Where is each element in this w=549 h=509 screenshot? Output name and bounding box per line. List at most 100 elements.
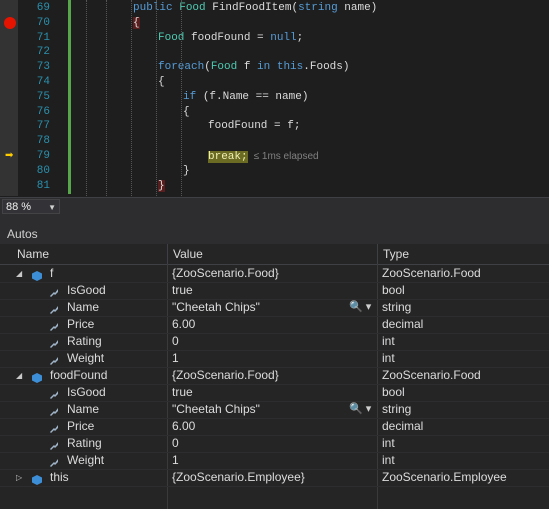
variable-type: ZooScenario.Food (382, 368, 481, 382)
column-header-value[interactable]: Value (173, 244, 203, 264)
property-icon (49, 422, 58, 433)
code-text: } (183, 164, 190, 179)
variable-name: f (50, 266, 54, 280)
indent-guide (131, 0, 132, 196)
autos-row[interactable]: Weight 1 int (0, 350, 549, 368)
variable-type: ZooScenario.Food (382, 266, 481, 280)
code-line: 79 break; ≤ 1ms elapsed (0, 149, 549, 164)
code-text: foodFound = f; (208, 119, 300, 134)
variable-name: IsGood (67, 283, 106, 297)
autos-row[interactable]: Name "Cheetah Chips" 🔍 ▾ string (0, 299, 549, 317)
autos-row[interactable]: Rating 0 int (0, 435, 549, 453)
code-line: 75 if (f.Name == name) (0, 90, 549, 105)
autos-row[interactable]: IsGood true bool (0, 384, 549, 402)
variable-value[interactable]: 1 (172, 350, 179, 367)
variable-value[interactable]: {ZooScenario.Food} (172, 265, 279, 282)
autos-row[interactable]: IsGood true bool (0, 282, 549, 300)
code-token: Food (210, 61, 244, 74)
code-editor[interactable]: 69 public Food FindFoodItem(string name) 7… (0, 0, 549, 196)
code-text: foreach(Food f in this.Foods) (158, 60, 349, 75)
variable-type: int (382, 351, 395, 365)
variable-type: int (382, 436, 395, 450)
variable-value[interactable]: 1 (172, 452, 179, 469)
property-icon (49, 388, 58, 399)
code-line: 76 { (0, 105, 549, 120)
line-number: 70 (36, 16, 50, 29)
code-token: { (158, 76, 165, 88)
column-header-name[interactable]: Name (17, 244, 49, 264)
collapse-arrow-icon[interactable]: ◢ (16, 265, 22, 282)
instruction-pointer-icon[interactable]: ➡ (5, 150, 13, 161)
column-header-type[interactable]: Type (383, 244, 409, 264)
line-number: 76 (36, 105, 50, 118)
autos-window: Autos Name Value Type ◢ f {ZooScenario.Foo… (0, 224, 549, 509)
variable-value[interactable]: 0 (172, 435, 179, 452)
variable-value[interactable]: 6.00 (172, 418, 195, 435)
code-text: break; ≤ 1ms elapsed (208, 149, 319, 165)
current-statement: break; (208, 151, 248, 163)
code-token: in (257, 61, 277, 74)
variable-value[interactable]: true (172, 282, 193, 299)
autos-row[interactable]: Price 6.00 decimal (0, 418, 549, 436)
variable-value[interactable]: 0 (172, 333, 179, 350)
variable-value[interactable]: {ZooScenario.Employee} (172, 469, 305, 486)
autos-row[interactable]: Price 6.00 decimal (0, 316, 549, 334)
panel-splitter[interactable] (0, 217, 549, 224)
indent-guide (86, 0, 87, 196)
chevron-down-icon: ▼ (48, 203, 56, 212)
text-visualizer-icon[interactable]: 🔍 ▾ (349, 299, 371, 316)
code-token: this (276, 61, 304, 74)
indent-guide (181, 0, 182, 196)
variable-name: this (50, 470, 69, 484)
line-number: 71 (36, 31, 50, 44)
property-icon (49, 337, 58, 348)
column-divider[interactable] (167, 244, 168, 264)
code-line: 73 foreach(Food f in this.Foods) (0, 60, 549, 75)
variable-name: IsGood (67, 385, 106, 399)
line-number: 79 (36, 150, 50, 162)
code-line: 71 Food foodFound = null; (0, 31, 549, 46)
variable-type: int (382, 334, 395, 348)
code-line: 74 { (0, 75, 549, 90)
zoom-dropdown[interactable]: 88 % ▼ (2, 199, 60, 214)
perf-tip[interactable]: ≤ 1ms elapsed (254, 151, 319, 162)
expand-arrow-icon[interactable]: ▷ (16, 469, 22, 486)
variable-name: Weight (67, 453, 105, 467)
property-icon (49, 456, 58, 467)
variable-value[interactable]: "Cheetah Chips" (172, 299, 260, 316)
variable-name: foodFound (50, 368, 108, 382)
variable-value[interactable]: "Cheetah Chips" (172, 401, 260, 418)
code-token: { (183, 105, 190, 118)
variable-name: Name (67, 300, 100, 314)
property-icon (49, 354, 58, 365)
variable-value[interactable]: true (172, 384, 193, 401)
autos-row[interactable]: Name "Cheetah Chips" 🔍 ▾ string (0, 401, 549, 419)
variable-name: Price (67, 317, 95, 331)
variable-type: string (382, 402, 412, 416)
code-token: foodFound = (191, 31, 271, 44)
indent-guide (106, 0, 107, 196)
line-number: 69 (36, 2, 50, 14)
property-icon (49, 405, 58, 416)
code-line: 81} (0, 179, 549, 194)
code-text: Food foodFound = null; (158, 31, 303, 46)
code-token: (f.Name == name) (202, 90, 309, 103)
autos-row[interactable]: Rating 0 int (0, 333, 549, 351)
code-token: ; (296, 31, 304, 44)
code-token: name) (344, 2, 378, 14)
variable-name: Price (67, 419, 95, 433)
column-divider[interactable] (377, 244, 378, 264)
object-icon (32, 473, 42, 485)
variable-name: Rating (67, 334, 102, 348)
variable-value[interactable]: {ZooScenario.Food} (172, 367, 279, 384)
variable-value[interactable]: 6.00 (172, 316, 195, 333)
zoom-value: 88 % (6, 201, 32, 213)
autos-row[interactable]: Weight 1 int (0, 452, 549, 470)
text-visualizer-icon[interactable]: 🔍 ▾ (349, 401, 371, 418)
autos-row[interactable]: ◢ foodFound {ZooScenario.Food} ZooScenario.… (0, 367, 549, 385)
collapse-arrow-icon[interactable]: ◢ (16, 367, 22, 384)
code-token: } (183, 164, 190, 177)
autos-row[interactable]: ▷ this {ZooScenario.Employee} ZooScenario.E… (0, 469, 549, 487)
variable-name: Name (67, 402, 100, 416)
autos-row[interactable]: ◢ f {ZooScenario.Food} ZooScenario.Food (0, 265, 549, 283)
